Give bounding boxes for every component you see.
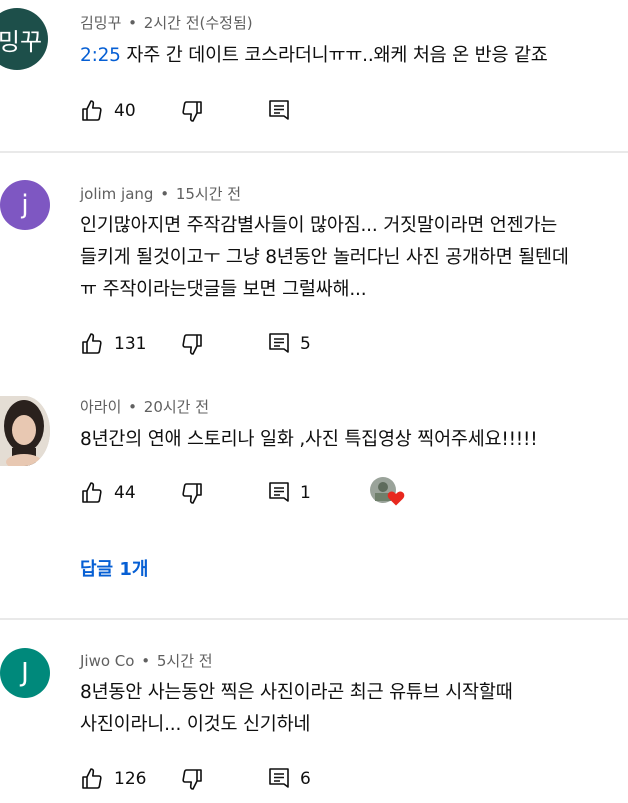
- thumbs-down-icon: [180, 481, 204, 505]
- dislike-button[interactable]: [180, 767, 268, 791]
- like-button[interactable]: 126: [80, 767, 180, 791]
- comment-line: 인기많아지면 주작감별사들이 많아짐... 거짓말이라면 언젠가는: [80, 215, 558, 236]
- comment-meta: 김밍꾸 • 2시간 전(수정됨): [80, 14, 253, 32]
- reply-button[interactable]: [268, 99, 290, 123]
- like-count: 40: [114, 101, 136, 121]
- comment-thread: 밍꾸 김밍꾸 • 2시간 전(수정됨) 2:25 자주 간 데이트 코스라더니ㅠ…: [0, 0, 628, 150]
- comment-line: 들키게 될것이고ㅜ 그냥 8년동안 놀러다닌 사진 공개하면 될텐데: [80, 247, 569, 268]
- comment-text: 8년간의 연애 스토리나 일화 ,사진 특집영상 찍어주세요!!!!!: [80, 424, 625, 456]
- comment-meta: jolim jang • 15시간 전: [80, 185, 242, 203]
- timestamp-link[interactable]: 2:25: [80, 45, 121, 66]
- reply-button[interactable]: 1: [268, 481, 370, 505]
- comment-time: 5시간 전: [156, 652, 213, 670]
- author-name[interactable]: 김밍꾸: [80, 14, 121, 32]
- avatar-initials: 밍꾸: [0, 27, 43, 56]
- avatar[interactable]: 밍꾸: [0, 8, 48, 70]
- comment-actions: 126 6: [80, 765, 311, 793]
- comment-thread: j jolim jang • 15시간 전 인기많아지면 주작감별사들이 많아짐…: [0, 153, 628, 363]
- reply-count: 1: [300, 483, 311, 503]
- comment-time: 15시간 전: [175, 185, 242, 203]
- like-button[interactable]: 131: [80, 332, 180, 356]
- reply-button[interactable]: 6: [268, 767, 311, 791]
- reply-icon: [268, 481, 290, 505]
- thumbs-up-icon: [80, 99, 104, 123]
- dislike-button[interactable]: [180, 99, 268, 123]
- comment-meta: Jiwo Co • 5시간 전: [80, 652, 213, 670]
- thumbs-up-icon: [80, 767, 104, 791]
- thumbs-down-icon: [180, 767, 204, 791]
- comment-line: ㅠ 주작이라는댓글들 보면 그럴싸해...: [80, 279, 367, 300]
- comment-time: 2시간 전(수정됨): [143, 14, 253, 32]
- author-name[interactable]: Jiwo Co: [80, 652, 134, 670]
- comment-time: 20시간 전: [143, 398, 210, 416]
- like-count: 126: [114, 769, 147, 789]
- comment-meta: 아라이 • 20시간 전: [80, 398, 210, 416]
- thumbs-down-icon: [180, 332, 204, 356]
- comment-line: 8년동안 사는동안 찍은 사진이라곤 최근 유튜브 시작할때: [80, 682, 513, 703]
- reply-count: 6: [300, 769, 311, 789]
- comment-actions: 131 5: [80, 330, 311, 358]
- like-count: 44: [114, 483, 136, 503]
- like-button[interactable]: 44: [80, 481, 180, 505]
- dislike-button[interactable]: [180, 332, 268, 356]
- creator-heart: [370, 477, 410, 509]
- comment-actions: 44 1: [80, 477, 410, 509]
- avatar[interactable]: J: [0, 648, 50, 698]
- avatar[interactable]: [0, 396, 50, 466]
- author-name[interactable]: 아라이: [80, 398, 121, 416]
- thumbs-up-icon: [80, 332, 104, 356]
- reply-icon: [268, 99, 290, 123]
- reply-count: 5: [300, 334, 311, 354]
- author-name[interactable]: jolim jang: [80, 185, 153, 203]
- comment-text: 인기많아지면 주작감별사들이 많아짐... 거짓말이라면 언젠가는 들키게 될것…: [80, 210, 625, 306]
- reply-button[interactable]: 5: [268, 332, 311, 356]
- dislike-button[interactable]: [180, 481, 268, 505]
- comment-body: 자주 간 데이트 코스라더니ㅠㅠ..왜케 처음 온 반응 같죠: [120, 45, 548, 66]
- comment-text: 2:25 자주 간 데이트 코스라더니ㅠㅠ..왜케 처음 온 반응 같죠: [80, 40, 625, 72]
- reply-icon: [268, 332, 290, 356]
- profile-photo: [0, 396, 50, 466]
- comment-line: 사진이라니... 이것도 신기하네: [80, 714, 311, 735]
- comment-text: 8년동안 사는동안 찍은 사진이라곤 최근 유튜브 시작할때 사진이라니... …: [80, 677, 625, 741]
- comment-body: 8년간의 연애 스토리나 일화 ,사진 특집영상 찍어주세요!!!!!: [80, 429, 538, 450]
- like-button[interactable]: 40: [80, 99, 180, 123]
- comment-actions: 40: [80, 97, 290, 125]
- like-count: 131: [114, 334, 147, 354]
- view-replies-link[interactable]: 답글 1개: [80, 555, 148, 581]
- avatar[interactable]: j: [0, 180, 50, 230]
- thumbs-down-icon: [180, 99, 204, 123]
- avatar-initial: j: [21, 190, 29, 220]
- reply-icon: [268, 767, 290, 791]
- comment-thread: 아라이 • 20시간 전 8년간의 연애 스토리나 일화 ,사진 특집영상 찍어…: [0, 363, 628, 618]
- thumbs-up-icon: [80, 481, 104, 505]
- avatar-initial: J: [21, 658, 29, 688]
- creator-heart-icon: [387, 490, 405, 506]
- comment-thread: J Jiwo Co • 5시간 전 8년동안 사는동안 찍은 사진이라곤 최근 …: [0, 620, 628, 803]
